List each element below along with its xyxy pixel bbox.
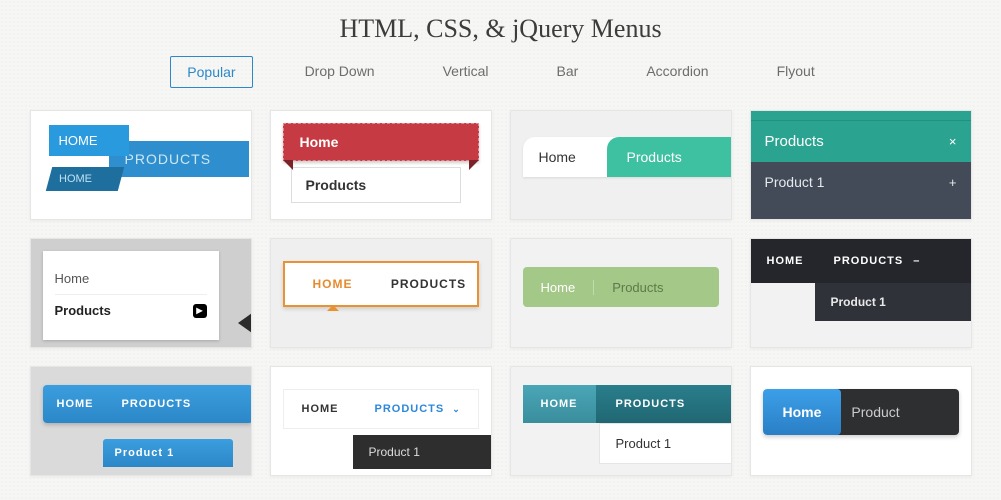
menu-bar: Home Product [763, 389, 959, 435]
menu-card-1[interactable]: HOME PRODUCTS HOME [30, 110, 252, 220]
menu-item-products: PRODUCTS [108, 398, 206, 410]
menu-bar: HOME PRODUCTS ⌄ [283, 389, 479, 429]
menu-item-home: Home [523, 280, 595, 295]
menu-item-product1: Product 1 [599, 423, 732, 464]
menu-bar: HOME PRODUCTS – [751, 239, 971, 283]
menu-card-10[interactable]: HOME PRODUCTS ⌄ Product 1 [270, 366, 492, 476]
menu-item-product1: Product 1 + [751, 162, 971, 202]
menu-item-product1: Product 1 [815, 283, 971, 321]
accordion-panel: Home Products ▶ [43, 251, 219, 340]
menu-card-9[interactable]: HOME PRODUCTS Product 1 [30, 366, 252, 476]
menu-card-6[interactable]: HOME PRODUCTS [270, 238, 492, 348]
menu-card-5[interactable]: Home Products ▶ [30, 238, 252, 348]
menu-item-product1: Product 1 [103, 439, 233, 467]
menu-bar: HOME PRODUCTS [283, 261, 479, 307]
menu-item-home: HOME [523, 385, 596, 423]
page-title: HTML, CSS, & jQuery Menus [0, 0, 1001, 56]
menu-card-4[interactable]: Products × Product 1 + [750, 110, 972, 220]
menu-item-products: Products [594, 280, 681, 295]
caret-up-icon [327, 305, 339, 311]
filter-tabs: Popular Drop Down Vertical Bar Accordion… [0, 56, 1001, 88]
menu-card-3[interactable]: Home Products [510, 110, 732, 220]
menu-item-home: HOME [49, 125, 129, 156]
menu-item-home: Home [283, 123, 479, 161]
menu-item-products: Products [291, 167, 461, 203]
menu-card-11[interactable]: HOME PRODUCTS Product 1 [510, 366, 732, 476]
menu-item-products: Products ▶ [55, 294, 207, 326]
tab-bar[interactable]: Bar [541, 56, 595, 88]
tab-drop-down[interactable]: Drop Down [289, 56, 391, 88]
menu-item-home: Home [763, 389, 842, 435]
menu-item-home: Home [539, 137, 576, 177]
menu-item-products: Product [835, 389, 958, 435]
menu-item-products: PRODUCTS ⌄ [357, 403, 479, 415]
menu-bar: HOME PRODUCTS [43, 385, 252, 423]
play-icon: ▶ [193, 304, 207, 318]
menu-item-home: HOME [284, 403, 357, 415]
menu-item-home: Home [55, 263, 207, 294]
menu-card-12[interactable]: Home Product [750, 366, 972, 476]
menu-item-home-shadow: HOME [45, 167, 123, 191]
tab-vertical[interactable]: Vertical [427, 56, 505, 88]
tab-accordion[interactable]: Accordion [630, 56, 724, 88]
chevron-down-icon: ⌄ [452, 404, 461, 415]
menu-item-products: PRODUCTS [109, 141, 249, 177]
tab-popular[interactable]: Popular [170, 56, 252, 88]
menu-item-home: HOME [751, 255, 820, 267]
menu-item-products: PRODUCTS [596, 385, 731, 423]
menu-item-product1: Product 1 [353, 435, 492, 469]
cutoff-row [751, 111, 971, 121]
menu-bar: Home Products [523, 267, 719, 307]
notch-icon [238, 313, 252, 333]
menu-grid: HOME PRODUCTS HOME Home Products Home Pr… [0, 110, 1001, 476]
minus-icon: – [913, 255, 920, 267]
plus-icon: + [949, 175, 957, 190]
menu-card-7[interactable]: Home Products [510, 238, 732, 348]
menu-bar: HOME PRODUCTS [523, 385, 731, 423]
menu-card-2[interactable]: Home Products [270, 110, 492, 220]
menu-item-products: PRODUCTS – [820, 255, 935, 267]
menu-item-home: HOME [43, 398, 108, 410]
menu-item-products: PRODUCTS [381, 263, 477, 305]
menu-item-products: Products [607, 137, 732, 177]
tab-flyout[interactable]: Flyout [761, 56, 831, 88]
close-icon: × [949, 134, 957, 149]
menu-card-8[interactable]: HOME PRODUCTS – Product 1 [750, 238, 972, 348]
menu-item-products: Products × [751, 121, 971, 162]
menu-item-home: HOME [285, 263, 381, 305]
